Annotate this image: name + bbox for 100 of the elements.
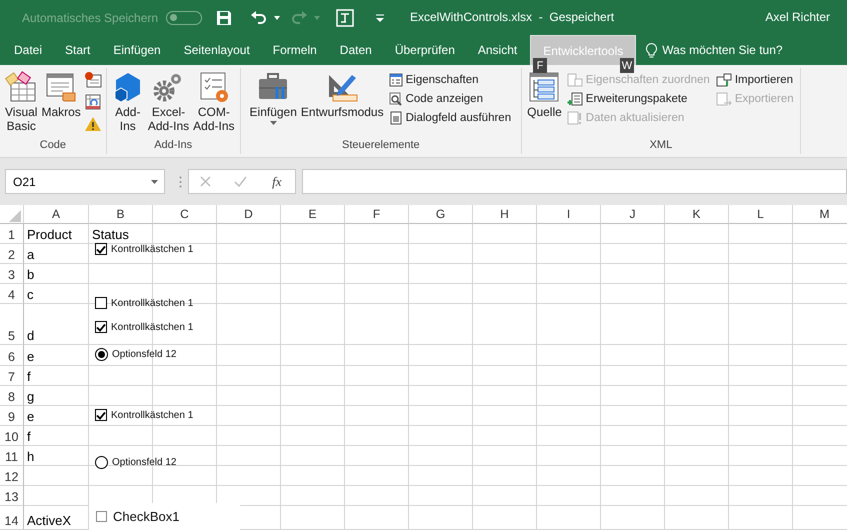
column-header[interactable]: B [89, 205, 153, 224]
row-header[interactable]: 6 [0, 345, 24, 366]
row-header[interactable]: 7 [0, 366, 24, 386]
dialog-icon [388, 111, 403, 125]
table-cell: c [27, 286, 34, 303]
column-header[interactable]: E [281, 205, 345, 224]
row-header[interactable]: 2 [0, 244, 24, 264]
row-header[interactable]: 5 [0, 304, 24, 345]
ribbon-tab[interactable]: Seitenlayout [174, 35, 260, 65]
column-header[interactable]: J [601, 205, 665, 224]
ribbon-button[interactable]: Makros [40, 68, 82, 139]
checkbox-label: Kontrollkästchen 1 [111, 298, 194, 308]
packages-icon [566, 92, 583, 106]
record-macro-icon[interactable] [84, 72, 102, 88]
refresh-data-icon [566, 111, 583, 125]
properties-icon [388, 73, 403, 87]
row-header[interactable]: 4 [0, 284, 24, 304]
formula-input[interactable] [302, 169, 847, 194]
checkbox[interactable] [96, 511, 107, 522]
insert-function-button[interactable]: fx [270, 174, 284, 190]
ribbon-tab[interactable]: Ansicht [468, 35, 528, 65]
forms-icon [5, 71, 38, 103]
table-cell: b [27, 266, 34, 283]
ribbon-button[interactable]: Einfügen [248, 68, 298, 139]
radio-label: Optionsfeld 12 [112, 457, 176, 468]
checkbox[interactable] [95, 409, 107, 421]
row-header[interactable]: 1 [0, 224, 24, 244]
lightbulb-icon[interactable] [646, 42, 658, 58]
column-header[interactable]: L [729, 205, 793, 224]
ribbon-button[interactable]: Dialogfeld ausführen [386, 109, 514, 127]
row-header[interactable]: 12 [0, 466, 24, 486]
column-header[interactable]: I [537, 205, 601, 224]
table-cell: Product [27, 226, 72, 243]
radio-label: Optionsfeld 12 [112, 349, 176, 360]
ribbon-button[interactable]: Importieren [714, 71, 796, 89]
row-header[interactable]: 9 [0, 406, 24, 426]
ribbon-button[interactable]: Erweiterungspakete [564, 90, 712, 108]
ribbon-button[interactable]: Eigenschaften [386, 71, 514, 89]
ribbon-button[interactable]: Entwurfsmodus [300, 68, 385, 139]
column-header[interactable]: F [345, 205, 409, 224]
relative-reference-icon[interactable] [84, 94, 102, 110]
checkbox-label: Kontrollkästchen 1 [111, 410, 194, 420]
ribbon-tab[interactable]: Datei [4, 35, 52, 65]
ribbon-tab[interactable]: Start [55, 35, 100, 65]
save-icon[interactable] [216, 10, 232, 26]
ribbon-button[interactable]: Add- Ins [110, 68, 145, 139]
customize-caret-icon[interactable] [376, 14, 384, 22]
export-icon [716, 92, 732, 106]
xml-source-icon [528, 71, 560, 103]
table-cell: ActiveX [27, 512, 72, 529]
group-label: Code [40, 139, 66, 153]
checkbox[interactable] [95, 321, 107, 333]
row-header[interactable]: 8 [0, 386, 24, 406]
row-header[interactable]: 13 [0, 486, 24, 506]
ribbon-tab[interactable]: Überprüfen [384, 35, 465, 65]
ribbon-button[interactable]: Excel- Add-Ins [146, 68, 190, 139]
column-header[interactable]: G [409, 205, 473, 224]
table-cell: f [27, 368, 31, 385]
window-title: ExcelWithControls.xlsx - Gespeichert [410, 10, 614, 24]
ribbon-tab[interactable]: Daten [330, 35, 382, 65]
import-icon [716, 73, 732, 87]
view-code-icon [388, 92, 403, 106]
column-header[interactable]: C [153, 205, 217, 224]
activex-checkbox[interactable]: CheckBox1 [89, 503, 240, 530]
row-header[interactable]: 3 [0, 264, 24, 284]
autosave-toggle[interactable] [166, 10, 202, 24]
table-cell: f [27, 428, 31, 445]
ribbon-button[interactable]: COM- Add-Ins [192, 68, 236, 139]
key-tip: F [533, 58, 547, 73]
ribbon-tab[interactable]: Einfügen [103, 35, 171, 65]
ribbon-button[interactable]: Visual Basic [4, 68, 38, 139]
ribbon-tab[interactable]: Formeln [262, 35, 327, 65]
undo-icon[interactable] [250, 10, 268, 26]
row-header[interactable]: 11 [0, 446, 24, 466]
touch-mode-icon[interactable] [336, 8, 354, 26]
checkbox[interactable] [95, 243, 107, 255]
row-header[interactable]: 10 [0, 426, 24, 446]
user-name: Axel Richter [765, 10, 830, 24]
radio-button[interactable] [95, 348, 108, 361]
radio-button[interactable] [95, 456, 108, 469]
ribbon-button[interactable]: Code anzeigen [386, 90, 514, 108]
autosave-label: Automatisches Speichern [22, 10, 158, 24]
checkbox[interactable] [95, 297, 107, 309]
group-label: Steuerelemente [342, 139, 420, 153]
group-label: XML [650, 139, 672, 153]
column-header[interactable]: K [665, 205, 729, 224]
column-header[interactable]: D [217, 205, 281, 224]
column-header[interactable]: H [473, 205, 537, 224]
map-properties-icon [566, 73, 583, 87]
caret-icon[interactable] [274, 16, 280, 20]
key-tip: W [620, 58, 634, 73]
tell-me-field[interactable]: Was möchten Sie tun? [662, 43, 783, 57]
row-header[interactable]: 14 [0, 506, 24, 530]
table-cell: e [27, 348, 34, 365]
name-box[interactable]: O21 [5, 169, 165, 194]
checkbox-label: CheckBox1 [113, 509, 180, 524]
column-header[interactable]: A [24, 205, 89, 224]
table-cell: Status [92, 226, 129, 243]
table-cell: h [27, 448, 34, 465]
warning-icon[interactable] [84, 116, 102, 132]
